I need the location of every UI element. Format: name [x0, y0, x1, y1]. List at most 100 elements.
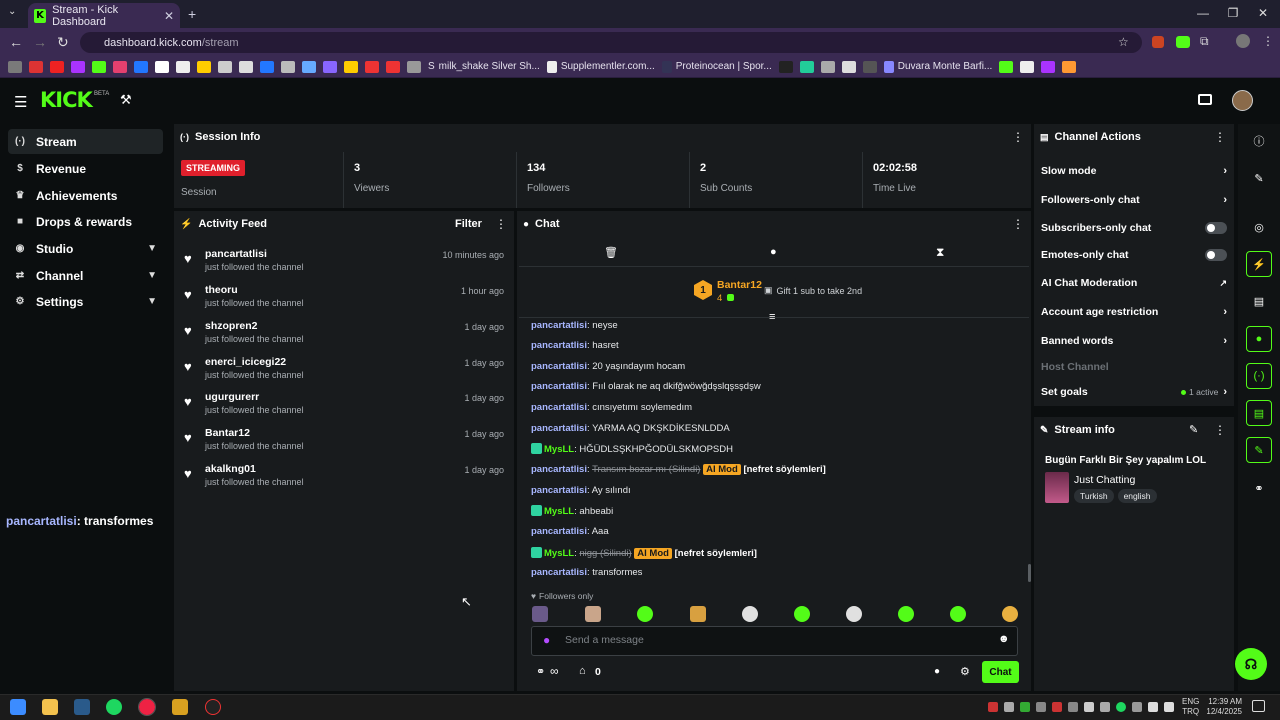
- bookmark-icon[interactable]: [1062, 60, 1077, 73]
- notes-icon[interactable]: ▤: [1246, 288, 1272, 314]
- chat-username[interactable]: MysLL: [544, 506, 574, 517]
- spotify-icon[interactable]: [106, 699, 122, 715]
- sidebar-item-drops[interactable]: ■ Drops & rewards: [8, 209, 163, 234]
- bookmark-icon[interactable]: [841, 60, 856, 73]
- tray-icon[interactable]: [1068, 702, 1078, 712]
- lightning-icon[interactable]: ⚡: [1246, 251, 1272, 277]
- activity-username[interactable]: ugurgurerr: [205, 391, 259, 403]
- activity-username[interactable]: enerci_icicegi22: [205, 356, 286, 368]
- bookmark-icon[interactable]: [29, 60, 43, 73]
- edit-pencil-icon[interactable]: ✎: [1189, 423, 1198, 436]
- bookmark-icon[interactable]: [323, 60, 337, 73]
- user-avatar[interactable]: [1232, 90, 1253, 111]
- tab-search-icon[interactable]: ⌄: [8, 6, 16, 17]
- bookmark-icon[interactable]: [113, 60, 127, 73]
- bookmark-icon[interactable]: [365, 60, 379, 73]
- users-icon[interactable]: ⚭: [1246, 475, 1272, 501]
- action-ai-moderation[interactable]: AI Chat Moderation ↗: [1041, 272, 1227, 294]
- sidebar-item-achievements[interactable]: ♛ Achievements: [8, 183, 163, 208]
- bookmark-icon[interactable]: [999, 60, 1014, 73]
- window-close-icon[interactable]: ✕: [1248, 6, 1278, 20]
- tray-icon[interactable]: [1100, 702, 1110, 712]
- profile-avatar-icon[interactable]: [1236, 34, 1250, 48]
- chat-bubble-icon[interactable]: ●: [934, 666, 940, 677]
- bookmark-icon[interactable]: [50, 60, 64, 73]
- browser-menu-icon[interactable]: ⋮: [1262, 34, 1274, 48]
- action-slow-mode[interactable]: Slow mode ›: [1041, 160, 1227, 182]
- support-headset-button[interactable]: ☊: [1235, 648, 1267, 680]
- action-followers-only[interactable]: Followers-only chat ›: [1041, 189, 1227, 211]
- bookmark-icon[interactable]: [71, 60, 85, 73]
- bookmark-star-icon[interactable]: ☆: [1118, 35, 1129, 49]
- app-icon[interactable]: [172, 699, 188, 715]
- kick-logo[interactable]: KICK: [40, 88, 93, 112]
- activity-menu-icon[interactable]: ⋮: [495, 217, 507, 231]
- emote-icon[interactable]: [742, 606, 758, 622]
- bookmark-icon[interactable]: [239, 60, 253, 73]
- activity-username[interactable]: shzopren2: [205, 320, 258, 332]
- bookmark-icon[interactable]: [134, 60, 148, 73]
- chat-username[interactable]: pancartatlisi: [531, 340, 587, 351]
- chat-username[interactable]: pancartatlisi: [531, 320, 587, 331]
- minimize-icon[interactable]: —: [1188, 6, 1218, 20]
- chat-username[interactable]: pancartatlisi: [531, 567, 587, 578]
- chat-username[interactable]: pancartatlisi: [531, 381, 587, 392]
- tab-close-icon[interactable]: ✕: [164, 9, 174, 23]
- trash-icon[interactable]: 🗑: [604, 246, 618, 259]
- notification-icon[interactable]: [1252, 700, 1265, 712]
- activity-username[interactable]: akalkng01: [205, 463, 256, 475]
- url-field[interactable]: dashboard.kick.com/stream: [80, 32, 1142, 53]
- bookmark-icon[interactable]: [1041, 60, 1056, 73]
- emote-icon[interactable]: [690, 606, 706, 622]
- action-banned-words[interactable]: Banned words ›: [1041, 330, 1227, 352]
- action-account-age[interactable]: Account age restriction ›: [1041, 301, 1227, 323]
- bookmark-icon[interactable]: [820, 60, 835, 73]
- gear-icon[interactable]: ⚙: [960, 665, 970, 678]
- emote-icon[interactable]: [1002, 606, 1018, 622]
- bookmark-supplementler[interactable]: Supplementler.com...: [546, 60, 655, 73]
- chat-username[interactable]: pancartatlisi: [531, 361, 587, 372]
- forward-icon[interactable]: →: [33, 34, 47, 50]
- emote-icon[interactable]: [898, 606, 914, 622]
- store-icon[interactable]: ⌂: [579, 665, 586, 677]
- chat-username[interactable]: pancartatlisi: [531, 402, 587, 413]
- action-set-goals[interactable]: Set goals 1 active ›: [1041, 381, 1227, 403]
- tray-icon[interactable]: [1004, 702, 1014, 712]
- emote-icon[interactable]: [532, 606, 548, 622]
- gift-sub-prompt[interactable]: ▣ Gift 1 sub to take 2nd: [764, 285, 862, 296]
- hourglass-icon[interactable]: ⧗: [936, 245, 944, 260]
- sidebar-item-studio[interactable]: ◉ Studio ▼: [8, 236, 163, 261]
- stream-info-menu-icon[interactable]: ⋮: [1214, 423, 1226, 437]
- subscribers-only-toggle[interactable]: [1205, 222, 1227, 234]
- tray-icon[interactable]: [1036, 702, 1046, 712]
- obs-icon[interactable]: [205, 699, 221, 715]
- sidebar-item-channel[interactable]: ⇄ Channel ▼: [8, 263, 163, 288]
- camera-icon[interactable]: ◎: [1246, 214, 1272, 240]
- bookmark-icon[interactable]: [176, 60, 190, 73]
- tray-icon[interactable]: [1052, 702, 1062, 712]
- back-icon[interactable]: ←: [9, 34, 23, 50]
- bookmark-icon[interactable]: [155, 60, 169, 73]
- microphone-icon[interactable]: ●: [543, 633, 550, 647]
- emotes-only-toggle[interactable]: [1205, 249, 1227, 261]
- users-icon[interactable]: ⚭: [536, 665, 545, 678]
- bookmark-icon[interactable]: [92, 60, 106, 73]
- language-indicator[interactable]: ENG TRQ: [1182, 697, 1199, 717]
- extensions-puzzle-icon[interactable]: ⧉: [1200, 34, 1209, 49]
- bookmark-duvara[interactable]: Duvara Monte Barfi...: [883, 60, 992, 73]
- chat-send-button[interactable]: Chat: [982, 661, 1019, 683]
- bookmark-icon[interactable]: [407, 60, 421, 73]
- bookmark-icon[interactable]: [1020, 60, 1035, 73]
- wifi-icon[interactable]: [1148, 702, 1158, 712]
- steam-icon[interactable]: [74, 699, 90, 715]
- category-thumbnail[interactable]: [1045, 472, 1069, 503]
- extension-kick-icon[interactable]: [1176, 36, 1190, 48]
- category-name[interactable]: Just Chatting: [1074, 474, 1135, 486]
- tray-icon[interactable]: [1132, 702, 1142, 712]
- bookmark-icon[interactable]: [799, 60, 814, 73]
- emoji-icon[interactable]: ☻: [998, 633, 1010, 645]
- bookmark-icon[interactable]: [778, 60, 793, 73]
- apps-icon[interactable]: [8, 60, 22, 73]
- windows-start-icon[interactable]: [10, 699, 26, 715]
- hammer-icon[interactable]: ⚒: [120, 92, 132, 108]
